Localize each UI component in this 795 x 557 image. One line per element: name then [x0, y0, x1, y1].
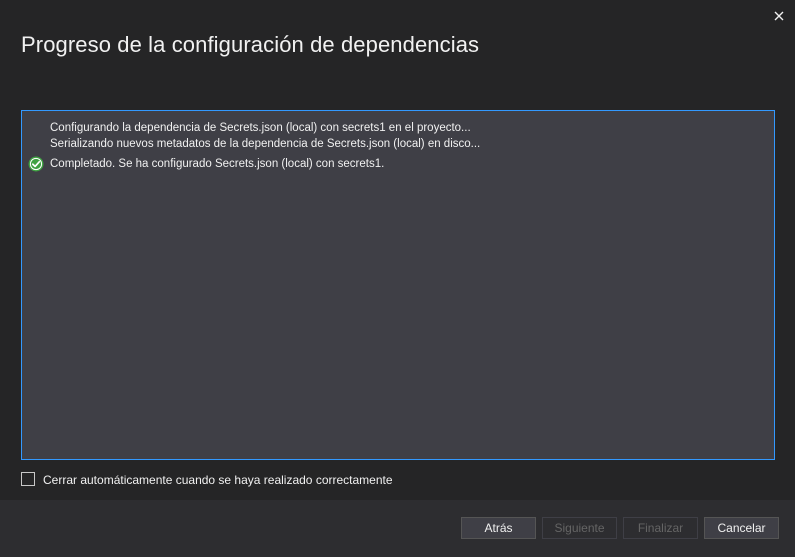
log-line-text: Completado. Se ha configurado Secrets.js… — [50, 158, 385, 170]
log-line-completed: Completado. Se ha configurado Secrets.js… — [22, 155, 384, 173]
progress-log[interactable]: Configurando la dependencia de Secrets.j… — [21, 110, 775, 460]
log-line-text: Serializando nuevos metadatos de la depe… — [50, 138, 481, 150]
back-button[interactable]: Atrás — [461, 517, 536, 539]
dialog-footer: Atrás Siguiente Finalizar Cancelar — [0, 500, 795, 557]
dependency-progress-dialog: Progreso de la configuración de dependen… — [0, 0, 795, 557]
close-icon[interactable] — [774, 11, 784, 21]
next-button[interactable]: Siguiente — [542, 517, 617, 539]
auto-close-label[interactable]: Cerrar automáticamente cuando se haya re… — [43, 473, 393, 487]
auto-close-checkbox[interactable] — [21, 472, 35, 486]
close-button[interactable] — [771, 8, 787, 24]
log-line: Serializando nuevos metadatos de la depe… — [22, 135, 480, 153]
finish-button[interactable]: Finalizar — [623, 517, 698, 539]
cancel-button[interactable]: Cancelar — [704, 517, 779, 539]
log-line-icon-slot — [22, 155, 50, 173]
success-check-icon — [28, 156, 44, 172]
log-line-icon-slot — [22, 135, 50, 153]
log-line-text: Configurando la dependencia de Secrets.j… — [50, 122, 471, 134]
dialog-title: Progreso de la configuración de dependen… — [21, 32, 480, 57]
